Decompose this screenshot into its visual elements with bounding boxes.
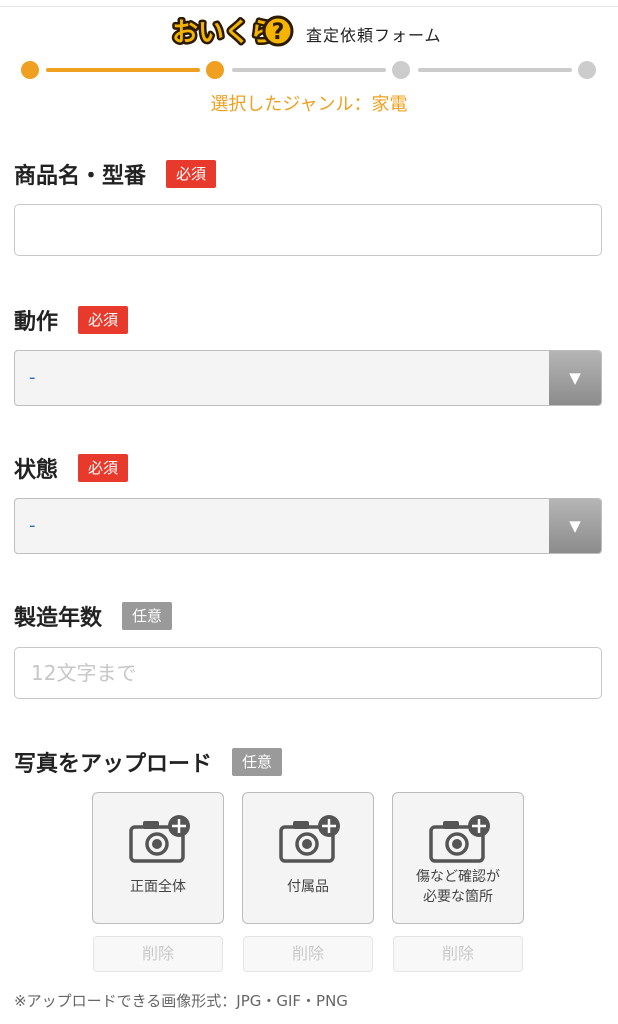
header: おいくら おいくら ? 査定依頼フォーム xyxy=(0,10,618,52)
step-dot-3 xyxy=(392,61,410,79)
required-badge: 必須 xyxy=(78,454,129,482)
operation-label-row: 動作 必須 xyxy=(14,304,129,336)
year-label: 製造年数 xyxy=(14,606,103,631)
svg-text:おいくら: おいくら xyxy=(172,18,276,48)
operation-select[interactable]: - ▼ xyxy=(14,350,602,406)
step-line-3 xyxy=(418,68,572,72)
svg-text:?: ? xyxy=(272,20,285,45)
year-label-row: 製造年数 任意 xyxy=(14,600,173,632)
dropdown-arrow-icon: ▼ xyxy=(549,351,601,405)
required-badge: 必須 xyxy=(78,306,129,334)
operation-select-value: - xyxy=(29,367,36,388)
condition-label: 状態 xyxy=(14,458,59,483)
oikura-logo: おいくら おいくら ? xyxy=(170,15,294,48)
step-line-1 xyxy=(46,68,200,72)
camera-add-icon xyxy=(279,815,340,863)
photo-slot-label-line1: 傷など確認が xyxy=(416,869,500,885)
upload-label-row: 写真をアップロード 任意 xyxy=(14,746,283,778)
product-input[interactable] xyxy=(14,204,602,256)
photo-slot-damage[interactable]: 傷など確認が 必要な箇所 xyxy=(392,792,524,924)
photo-slot-front[interactable]: 正面全体 xyxy=(92,792,224,924)
selected-genre: 選択したジャンル：家電 xyxy=(210,94,408,115)
dropdown-arrow-icon: ▼ xyxy=(549,499,601,553)
required-badge: 必須 xyxy=(166,160,217,188)
delete-photo-button[interactable]: 削除 xyxy=(93,936,223,972)
step-dot-2 xyxy=(206,61,224,79)
step-line-2 xyxy=(232,68,386,72)
photo-slot-label: 付属品 xyxy=(287,879,329,895)
camera-add-icon xyxy=(429,815,490,863)
step-dot-1 xyxy=(21,61,39,79)
condition-select-value: - xyxy=(29,515,36,536)
delete-photo-button[interactable]: 削除 xyxy=(393,936,523,972)
product-label: 商品名・型番 xyxy=(14,164,147,189)
condition-label-row: 状態 必須 xyxy=(14,452,129,484)
year-input[interactable] xyxy=(14,647,602,699)
operation-label: 動作 xyxy=(14,310,59,335)
step-dot-4 xyxy=(578,61,596,79)
photo-slot-accessories[interactable]: 付属品 xyxy=(242,792,374,924)
optional-badge: 任意 xyxy=(122,602,173,630)
condition-select[interactable]: - ▼ xyxy=(14,498,602,554)
delete-photo-button[interactable]: 削除 xyxy=(243,936,373,972)
top-divider xyxy=(0,0,618,7)
photo-slot-label-line2: 必要な箇所 xyxy=(423,889,493,905)
progress-stepper xyxy=(0,58,618,84)
optional-badge: 任意 xyxy=(232,748,283,776)
camera-add-icon xyxy=(129,815,190,863)
upload-format-note: ※アップロードできる画像形式：JPG・GIF・PNG xyxy=(14,992,348,1010)
upload-label: 写真をアップロード xyxy=(14,752,213,777)
product-label-row: 商品名・型番 必須 xyxy=(14,158,217,190)
form-title: 査定依頼フォーム xyxy=(306,26,442,45)
photo-slot-label: 正面全体 xyxy=(130,879,186,895)
